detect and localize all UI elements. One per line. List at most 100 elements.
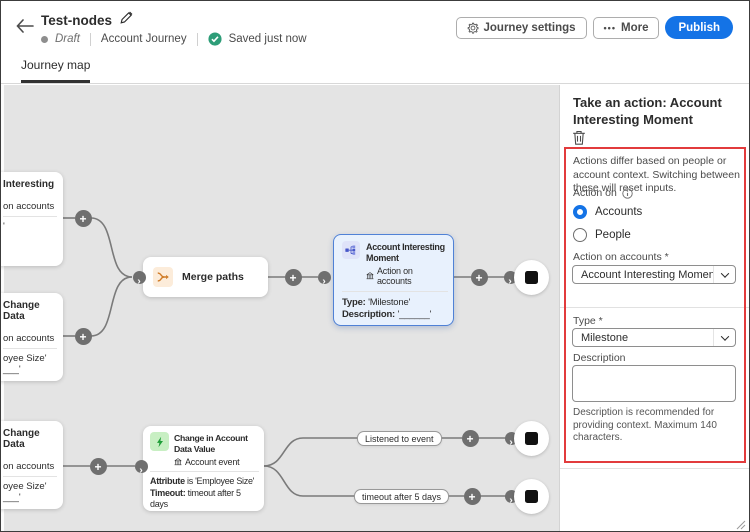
back-arrow-icon [16,19,34,33]
saved-check-icon [208,32,222,46]
description-helper-text: Description is recommended for providing… [573,407,739,445]
tab-journey-map[interactable]: Journey map [21,58,90,83]
divider [3,216,57,217]
node-title: Change Data [3,300,57,322]
branch-label-listened: Listened to event [357,431,442,446]
resize-grip[interactable] [736,520,746,530]
node-detail: ___' [3,492,57,503]
divider [197,33,198,46]
end-square-icon [525,271,538,284]
connector-chevron-icon [133,271,146,284]
action-on-accounts-select[interactable]: Account Interesting Moment [572,265,736,284]
journey-meta: Draft Account Journey Saved just now [41,32,307,46]
node-subtitle: Account event [185,457,239,467]
node-end[interactable] [514,260,549,295]
divider [3,476,57,477]
node-change-data-partial-2[interactable]: Change Data on accounts oyee Size' ___' [1,421,63,509]
add-node-button[interactable] [75,328,92,345]
divider [150,471,259,472]
gear-icon [467,22,479,34]
description-label: Description [573,352,626,364]
connector-chevron-icon [318,271,331,284]
add-node-button[interactable] [285,269,302,286]
node-detail: ___' [3,364,57,375]
event-lightning-icon [150,432,169,451]
end-square-icon [525,490,538,503]
node-subtitle: Action on accounts [377,266,448,286]
merge-paths-icon [153,267,173,287]
radio-people[interactable]: People [573,228,631,242]
node-title: Change in Account Data Value [174,432,259,455]
panel-title: Take an action: Account Interesting Mome… [573,94,743,128]
node-subtitle: on accounts [3,201,57,212]
info-icon[interactable] [622,188,633,199]
journey-title: Test-nodes [41,13,112,28]
account-building-icon [366,272,374,280]
action-node-icon [342,241,360,259]
connector-chevron-icon [135,460,148,473]
divider [560,468,750,469]
journey-settings-button[interactable]: Journey settings [456,17,587,39]
more-dots-icon [604,22,616,34]
node-title: Change Data [3,428,57,450]
radio-accounts[interactable]: Accounts [573,205,642,219]
node-end[interactable] [514,479,549,514]
header: Test-nodes Draft Account Journey Saved j… [1,1,749,84]
journey-canvas[interactable]: Interesting on accounts ' Change Data on… [1,85,561,532]
node-type-label: Type: [342,297,366,308]
type-label: Type * [573,315,603,327]
node-title: Account Interesting Moment [366,241,448,264]
more-button[interactable]: More [593,17,660,39]
node-account-interesting-partial[interactable]: Interesting on accounts ' [1,172,63,266]
add-node-button[interactable] [462,430,479,447]
node-detail: oyee Size' [3,353,57,364]
node-timeout-label: Timeout: [150,488,185,498]
node-change-in-account-data-value[interactable]: Change in Account Data Value Account eve… [143,426,264,511]
trash-icon [572,130,586,145]
node-detail: oyee Size' [3,481,57,492]
node-merge-paths[interactable]: Merge paths [143,257,268,297]
action-on-label-row: Action on [573,187,633,199]
delete-node-button[interactable] [572,130,586,148]
add-node-button[interactable] [75,210,92,227]
edit-pencil-icon[interactable] [120,11,133,29]
app-window: Test-nodes Draft Account Journey Saved j… [0,0,750,532]
add-node-button[interactable] [464,488,481,505]
chevron-down-icon [713,266,735,283]
add-node-button[interactable] [90,458,107,475]
status-label: Draft [55,33,80,45]
node-title: Interesting [3,179,57,190]
account-building-icon [174,458,182,466]
branch-label-timeout: timeout after 5 days [354,489,449,504]
publish-button[interactable]: Publish [665,16,733,39]
add-node-button[interactable] [471,269,488,286]
node-attr-label: Attribute [150,476,185,486]
action-config-panel: Take an action: Account Interesting Mome… [559,85,749,532]
node-type-value: 'Milestone' [366,297,411,308]
saved-status: Saved just now [229,33,307,45]
radio-selected-icon [573,205,587,219]
type-select[interactable]: Milestone [572,328,736,347]
node-account-interesting-moment[interactable]: Account Interesting Moment Action on acc… [333,234,454,326]
radio-people-label: People [595,229,631,241]
action-on-accounts-value: Account Interesting Moment [573,269,713,281]
node-desc-label: Description: [342,309,395,320]
journey-type-label: Account Journey [101,33,187,45]
divider [90,33,91,46]
node-subtitle: on accounts [3,461,57,472]
divider [560,307,750,308]
end-square-icon [525,432,538,445]
divider [3,348,57,349]
radio-unselected-icon [573,228,587,242]
more-label: More [621,22,648,34]
node-end[interactable] [514,421,549,456]
node-attr-value: is 'Employee Size' [185,476,254,486]
action-on-accounts-label: Action on accounts * [573,251,669,263]
back-button[interactable] [13,15,37,39]
node-change-data-partial-1[interactable]: Change Data on accounts oyee Size' ___' [1,293,63,381]
divider [342,291,448,292]
tab-journey-map-label: Journey map [21,58,90,72]
node-title: Merge paths [182,271,244,283]
action-on-label: Action on [573,187,617,199]
description-textarea[interactable] [572,365,736,402]
